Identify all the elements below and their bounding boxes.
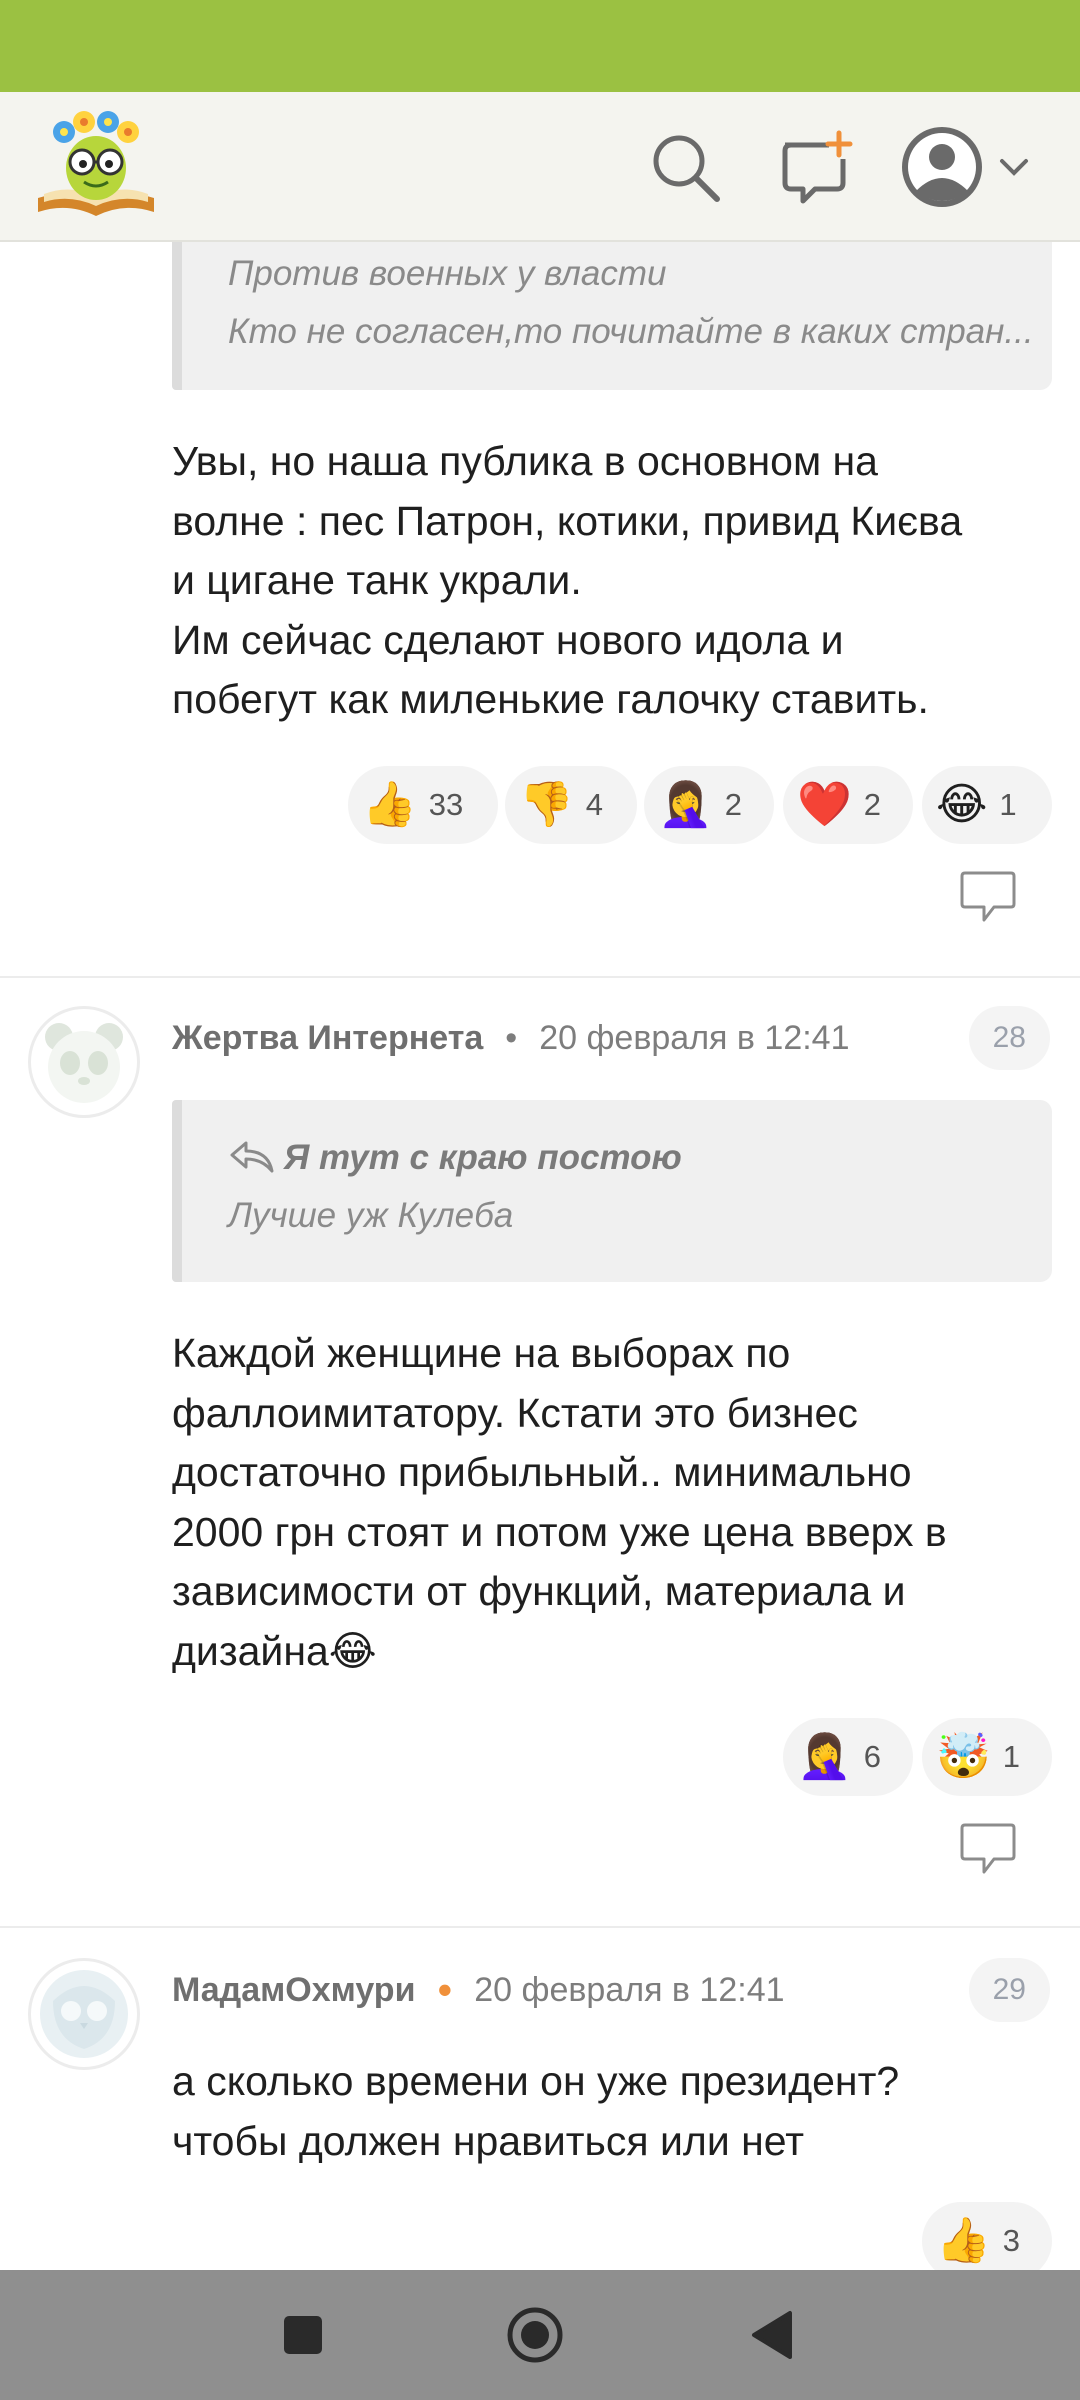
triangle-back-icon [752, 2311, 792, 2359]
reaction-count: 4 [585, 787, 604, 822]
quote-line: Против военных у власти [228, 254, 667, 293]
quote-author-line: Я тут с краю постою [228, 1138, 682, 1178]
reply-arrow-icon [230, 1141, 274, 1173]
reply-comment-icon[interactable] [958, 870, 1018, 924]
quote-block[interactable]: Против военных у власти Кто не согласен,… [172, 242, 1052, 390]
quote-author: Я тут с краю постою [283, 1138, 682, 1177]
user-avatar-icon [902, 127, 982, 207]
system-nav-bar [0, 2270, 1080, 2400]
back-button[interactable] [736, 2300, 806, 2370]
online-indicator-dot: • [437, 1966, 453, 2013]
thumbs-up-icon: 👍 [936, 2215, 991, 2266]
smiley-book-logo-icon[interactable] [34, 110, 158, 222]
comment-text: Каждой женщине на выборах по фаллоимитат… [172, 1330, 947, 1674]
comment-text: а сколько времени он уже президент? чтоб… [172, 2058, 900, 2164]
author-name[interactable]: Жертва Интернета [172, 1019, 483, 1058]
square-recents-icon [284, 2316, 322, 2354]
new-post-button[interactable] [770, 122, 860, 212]
reaction-thumbs-up[interactable]: 👍 33 [348, 766, 498, 844]
reply-comment-icon[interactable] [958, 1822, 1018, 1876]
owl-avatar-icon [40, 1970, 128, 2058]
comment-divider [0, 976, 1080, 978]
mind-blown-icon: 🤯 [936, 1731, 991, 1782]
separator-dot: • [505, 1018, 518, 1057]
search-button[interactable] [640, 122, 730, 212]
quote-line: Кто не согласен,то почитайте в каких стр… [228, 312, 1034, 351]
heart-icon: ❤️ [797, 779, 852, 830]
laughing-icon: 😂 [936, 779, 988, 830]
reaction-count: 1 [1002, 1739, 1021, 1774]
facepalm-icon: 🤦‍♀️ [658, 779, 713, 830]
reaction-facepalm[interactable]: 🤦‍♀️ 2 [644, 766, 774, 844]
reaction-mind-blown[interactable]: 🤯 1 [922, 1718, 1052, 1796]
reaction-thumbs-down[interactable]: 👎 4 [505, 766, 637, 844]
reaction-count: 2 [863, 787, 882, 822]
reaction-count: 1 [999, 787, 1017, 822]
reaction-heart[interactable]: ❤️ 2 [783, 766, 913, 844]
comment-number-badge[interactable]: 29 [968, 1958, 1050, 2022]
quote-text: Лучше уж Кулеба [228, 1196, 514, 1235]
facepalm-icon: 🤦‍♀️ [797, 1731, 852, 1782]
reaction-thumbs-up[interactable]: 👍 3 [922, 2202, 1052, 2270]
circle-home-icon [507, 2307, 563, 2363]
thumbs-up-icon: 👍 [362, 779, 417, 830]
panda-avatar-icon [45, 1023, 123, 1103]
thumbs-down-icon: 👎 [519, 779, 574, 830]
avatar[interactable] [28, 1006, 140, 1118]
avatar[interactable] [28, 1958, 140, 2070]
recents-button[interactable] [268, 2300, 338, 2370]
new-post-icon [782, 130, 853, 204]
reaction-count: 2 [724, 787, 743, 822]
quote-block[interactable]: Я тут с краю постою Лучше уж Кулеба [172, 1100, 1052, 1282]
author-name[interactable]: МадамОхмури [172, 1971, 415, 2010]
comment-divider [0, 1926, 1080, 1928]
comments-feed[interactable]: Против военных у власти Кто не согласен,… [0, 242, 1080, 2270]
comment-meta: Жертва Интернета • 20 февраля в 12:41 [172, 1016, 850, 1060]
reaction-count: 6 [863, 1739, 882, 1774]
comment-date: 20 февраля в 12:41 [539, 1018, 850, 1057]
comment-text: Увы, но наша публика в основном на волне… [172, 438, 963, 722]
home-button[interactable] [500, 2300, 570, 2370]
search-icon [653, 135, 720, 202]
reaction-count: 3 [1002, 2223, 1021, 2258]
comment-number-badge[interactable]: 28 [968, 1006, 1050, 1070]
comment-date: 20 февраля в 12:41 [474, 1970, 785, 2009]
comment-meta: МадамОхмури • 20 февраля в 12:41 [172, 1966, 785, 2013]
status-bar [0, 0, 1080, 92]
chevron-down-icon [1000, 159, 1028, 176]
app-header [0, 92, 1080, 242]
reaction-laughing[interactable]: 😂 1 [922, 766, 1052, 844]
reaction-facepalm[interactable]: 🤦‍♀️ 6 [783, 1718, 913, 1796]
reaction-count: 33 [428, 787, 464, 822]
profile-menu-button[interactable] [900, 122, 1040, 212]
